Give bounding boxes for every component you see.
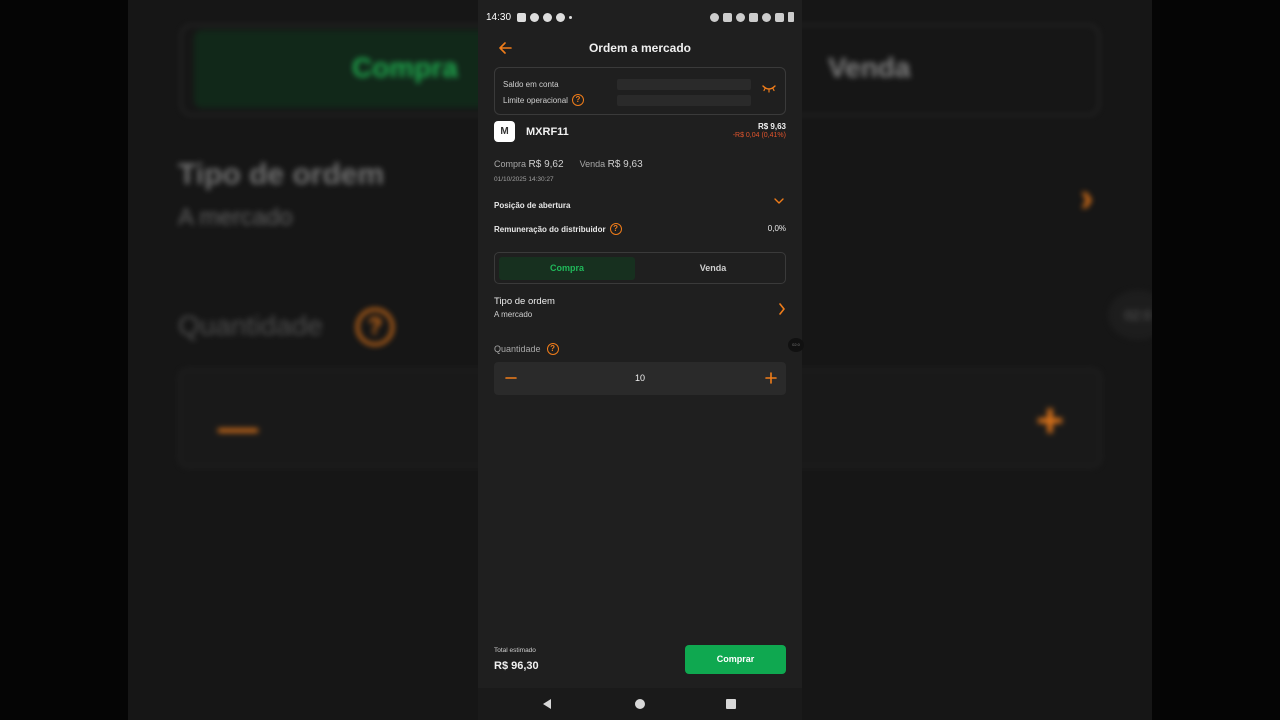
buy-button[interactable]: Comprar [685,645,786,674]
buy-sell-segment: Compra Venda [494,252,786,284]
wifi-icon [762,12,771,22]
status-time: 14:30 [486,11,512,23]
help-icon[interactable]: ? [546,343,559,355]
background-right-fill [1152,0,1280,720]
tab-compra[interactable]: Compra [499,257,635,280]
eye-closed-icon[interactable] [761,82,777,94]
quote-sell: Venda R$ 9,63 [580,159,643,170]
nav-back-icon[interactable] [542,698,552,710]
nav-home-icon[interactable] [635,699,645,709]
position-label: Posição de abertura [494,201,571,210]
nav-recent-apps-icon[interactable] [726,699,736,709]
total-label: Total estimado [494,647,536,654]
plus-icon[interactable] [764,371,778,385]
system-nav-bar [478,688,802,720]
instagram-icon [517,12,527,22]
signal-icon [775,12,784,22]
bg-timer-badge: 02:0 [1108,290,1152,340]
saldo-row: Saldo em conta [503,80,559,89]
remuneration-label: Remuneração do distribuidor [494,224,606,234]
page-title: Ordem a mercado [588,41,692,55]
bg-compra-label: Compra [352,52,458,83]
quote-buy-label: Compra [494,159,527,169]
battery-icon [788,12,794,22]
quantity-label: Quantidade [494,344,541,354]
quote-sell-label: Venda [579,159,606,169]
messenger-icon [543,12,553,22]
help-icon[interactable]: ? [571,94,584,106]
status-bar: 14:30 [478,0,802,34]
bg-help-icon: ? [356,308,394,346]
asset-change: -R$ 0,04 (0,41%) [732,132,786,139]
asset-row: M MXRF11 R$ 9,63 -R$ 0,04 (0,41%) [494,120,786,144]
cast-icon [723,12,732,22]
remuneration-row: Remuneração do distribuidor ? 0,0% [494,222,786,236]
data-icon [749,12,758,22]
position-dropdown[interactable]: Posição de abertura [494,195,786,210]
order-type-label: Tipo de ordem [494,296,555,307]
bg-venda-label: Venda [828,52,911,83]
eye-comfort-icon [736,12,745,22]
limite-label: Limite operacional [503,95,568,105]
bg-tipo-label: Tipo de ordem [178,158,385,191]
chevron-down-icon [774,198,784,204]
messenger-icon-2 [556,12,566,22]
bg-quantidade-label: Quantidade [178,310,323,341]
order-type-value: A mercado [494,310,533,319]
asset-price: R$ 9,63 [757,122,786,131]
bg-plus-icon: + [1036,395,1065,448]
balance-card: Saldo em conta Limite operacional ? [494,67,786,115]
notification-icons [517,12,573,22]
asset-logo: M [494,121,515,142]
alarm-icon [710,12,719,22]
quote-sell-value: R$ 9,63 [607,159,643,170]
bg-tipo-value: A mercado [178,204,293,231]
quantity-value[interactable]: 10 [494,373,786,383]
phone-screen: 14:30 Ordem a mercado Saldo em conta Lim… [478,0,804,720]
help-icon[interactable]: ? [609,223,622,235]
quote-buy: Compra R$ 9,62 [494,159,564,170]
timer-badge: 02:0 [788,338,804,352]
saldo-hidden-value [617,79,751,90]
saldo-label: Saldo em conta [503,80,559,89]
quote-datetime: 01/10/2025 14:30:27 [494,176,554,183]
chat-icon [530,12,540,22]
more-notifications-icon [569,15,573,19]
total-value: R$ 96,30 [494,660,539,672]
limite-row: Limite operacional ? [503,94,584,106]
quantity-label-row: Quantidade ? [494,343,559,355]
chevron-right-icon [779,303,785,315]
quantity-stepper: 10 [494,362,786,395]
app-header: Ordem a mercado [478,36,802,60]
asset-ticker: MXRF11 [526,126,569,138]
system-icons [710,12,794,22]
quote-buy-value: R$ 9,62 [528,159,564,170]
tab-venda[interactable]: Venda [643,257,783,280]
bg-chevron-right-icon: › [1080,176,1094,220]
bg-minus-icon: — [218,406,258,450]
background-left-fill [0,0,128,720]
quote-row: Compra R$ 9,62 Venda R$ 9,63 [494,159,643,170]
limite-hidden-value [617,95,751,106]
remuneration-value: 0,0% [767,224,786,233]
order-type-row[interactable]: Tipo de ordem A mercado [494,296,786,324]
